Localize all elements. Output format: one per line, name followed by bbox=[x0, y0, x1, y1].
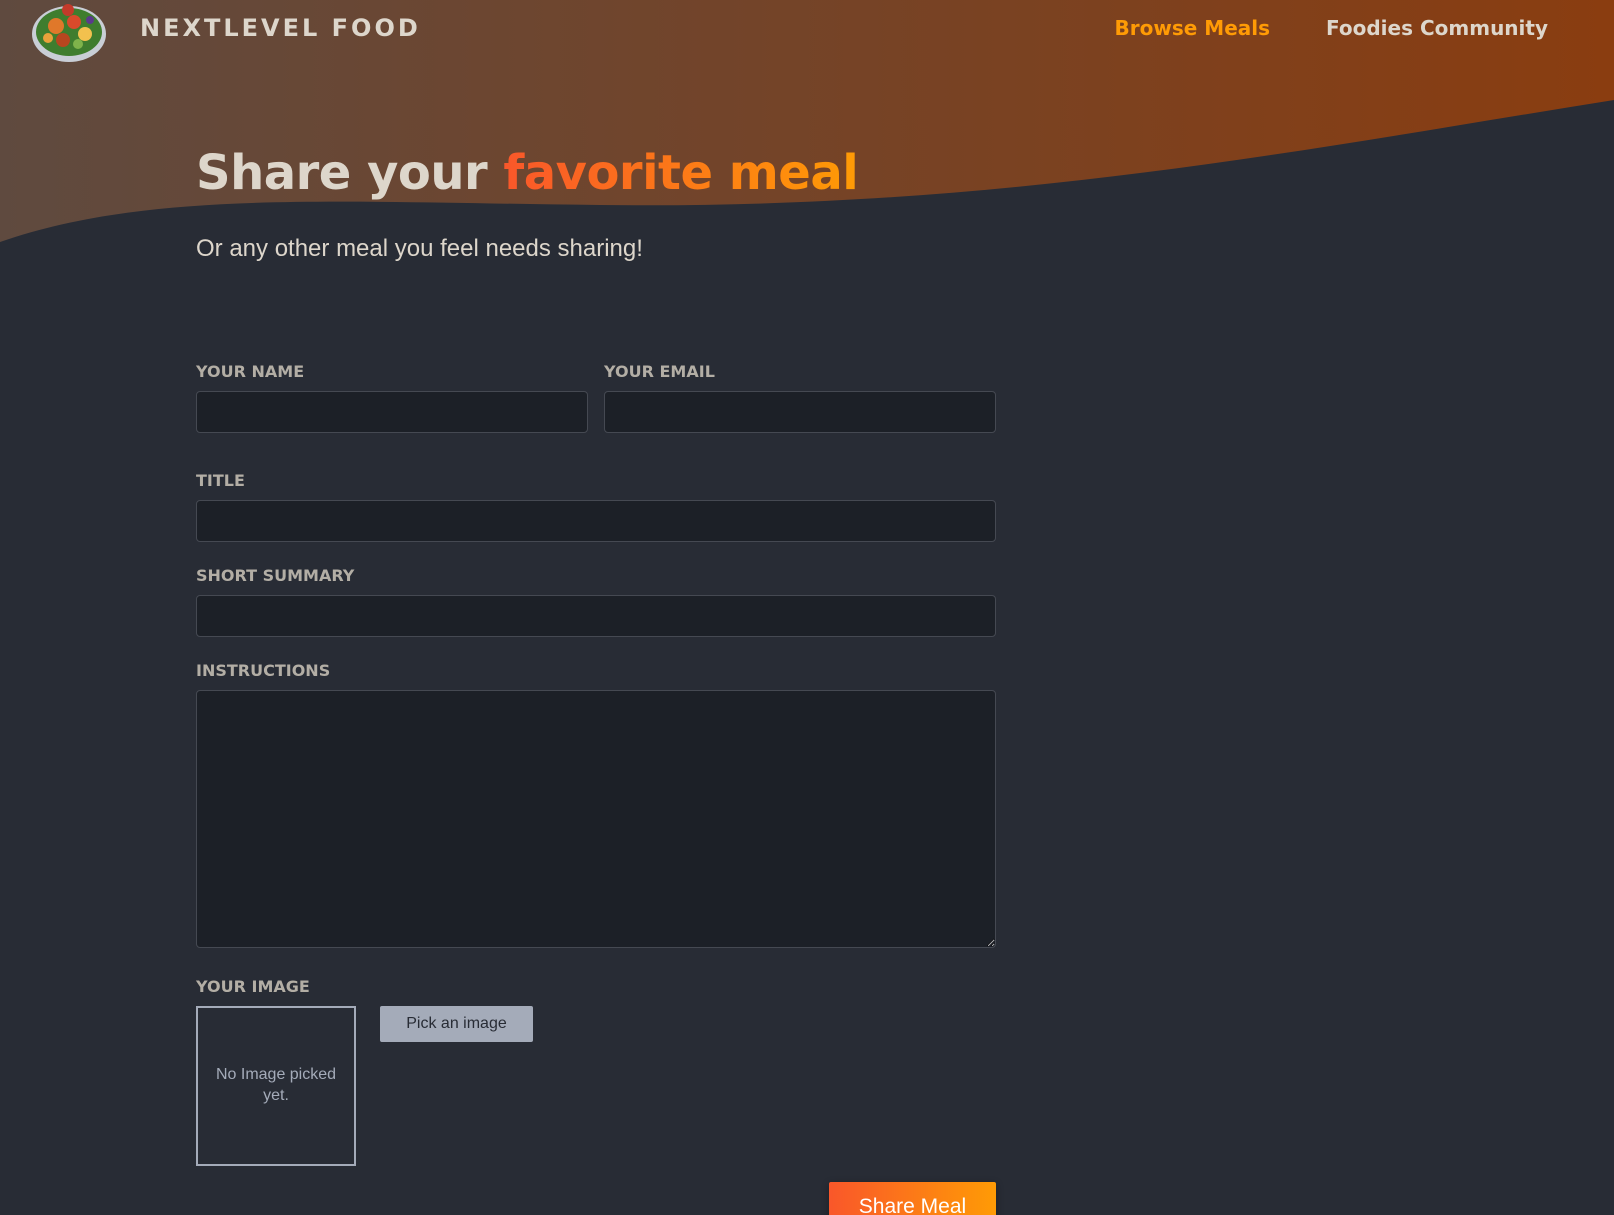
summary-input[interactable] bbox=[196, 595, 996, 637]
name-input[interactable] bbox=[196, 391, 588, 433]
name-label: Your name bbox=[196, 362, 305, 381]
image-preview-placeholder: No Image picked yet. bbox=[215, 1066, 337, 1104]
page: NEXTLEVEL FOOD Browse Meals Foodies Comm… bbox=[0, 0, 1614, 1215]
instructions-field-group: Instructions bbox=[196, 661, 996, 953]
nav-foodies-community[interactable]: Foodies Community bbox=[1326, 16, 1548, 40]
page-title-prefix: Share your bbox=[196, 145, 504, 201]
instructions-label: Instructions bbox=[196, 661, 331, 680]
email-label: Your email bbox=[604, 362, 715, 381]
site-header: NEXTLEVEL FOOD Browse Meals Foodies Comm… bbox=[0, 0, 1614, 70]
image-preview: No Image picked yet. bbox=[196, 1006, 356, 1166]
email-field-group: Your email bbox=[604, 362, 996, 433]
title-field-group: Title bbox=[196, 471, 996, 542]
form-actions: Share Meal bbox=[196, 1182, 996, 1215]
title-input[interactable] bbox=[196, 500, 996, 542]
email-input[interactable] bbox=[604, 391, 996, 433]
page-subtitle: Or any other meal you feel needs sharing… bbox=[196, 235, 643, 262]
instructions-textarea[interactable] bbox=[196, 690, 996, 948]
food-plate-logo-icon bbox=[32, 4, 106, 62]
page-title-highlight: favorite meal bbox=[503, 145, 859, 201]
main-nav: Browse Meals Foodies Community bbox=[1115, 16, 1548, 40]
name-field-group: Your name bbox=[196, 362, 588, 433]
title-label: Title bbox=[196, 471, 245, 490]
pick-image-button[interactable]: Pick an image bbox=[380, 1006, 533, 1042]
image-picker-body: No Image picked yet. Pick an image bbox=[196, 1006, 996, 1166]
hero: Share your favorite meal Or any other me… bbox=[196, 145, 859, 263]
brand-name: NEXTLEVEL FOOD bbox=[140, 14, 421, 42]
image-picker: Your image No Image picked yet. Pick an … bbox=[196, 977, 996, 1166]
image-label: Your image bbox=[196, 977, 310, 996]
name-email-row: Your name Your email bbox=[196, 362, 996, 433]
page-title: Share your favorite meal bbox=[196, 145, 859, 201]
summary-label: Short Summary bbox=[196, 566, 355, 585]
share-meal-button[interactable]: Share Meal bbox=[829, 1182, 996, 1215]
logo-link[interactable]: NEXTLEVEL FOOD bbox=[30, 0, 421, 64]
share-meal-form: Your name Your email Title Short Summary… bbox=[196, 362, 996, 1215]
nav-browse-meals[interactable]: Browse Meals bbox=[1115, 16, 1270, 40]
summary-field-group: Short Summary bbox=[196, 566, 996, 637]
